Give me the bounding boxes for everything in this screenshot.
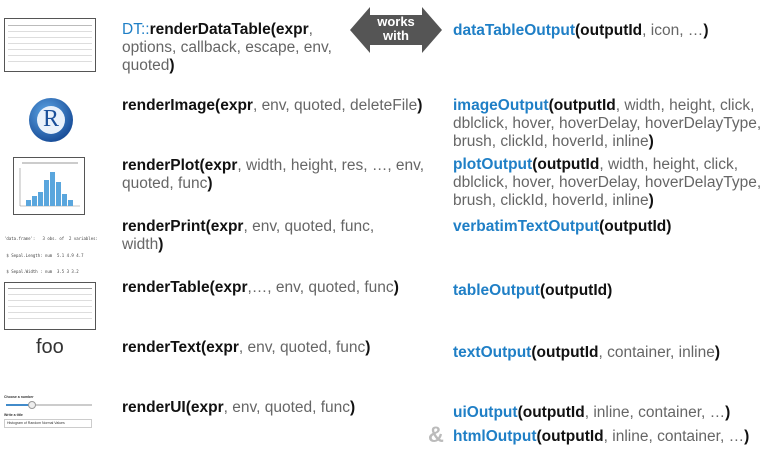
render-print-signature: renderPrint(expr, env, quoted, func, wid…: [122, 218, 412, 254]
output-close: ): [725, 404, 731, 421]
render-args-open: (expr: [270, 21, 309, 38]
output-args: , inline, container, …: [603, 428, 745, 445]
verbatim-line-1: 'data.frame': 3 obs. of 2 variables:: [4, 236, 98, 241]
output-args-open: (outputId: [532, 156, 600, 173]
render-args: ,…, env, quoted, func: [247, 279, 394, 296]
render-image-signature: renderImage(expr, env, quoted, deleteFil…: [122, 97, 442, 115]
r-logo-thumbnail: R: [28, 97, 74, 143]
output-function-name: htmlOutput: [453, 428, 537, 445]
output-function-name: tableOutput: [453, 282, 540, 299]
table-thumbnail: [4, 282, 96, 330]
datatable-thumbnail: [4, 18, 96, 72]
foo-text-thumbnail: foo: [36, 336, 64, 358]
html-output-signature: htmlOutput(outputId, inline, container, …: [453, 428, 773, 446]
text-output-signature: textOutput(outputId, container, inline): [453, 344, 773, 362]
render-args-open: (expr: [185, 399, 224, 416]
output-close: ): [703, 22, 709, 39]
render-close: ): [207, 175, 213, 192]
output-function-name: imageOutput: [453, 97, 549, 114]
output-function-name: plotOutput: [453, 156, 533, 173]
render-text-signature: renderText(expr, env, quoted, func): [122, 339, 442, 357]
ui-thumbnail: Choose a number Write a title Histogram …: [4, 395, 96, 441]
output-close: ): [607, 282, 613, 299]
render-function-name: renderUI: [122, 399, 186, 416]
output-args-open: (outputId: [575, 22, 643, 39]
r-logo-letter: R: [42, 106, 59, 132]
plot-thumbnail: [13, 157, 85, 215]
render-function-name: renderPrint: [122, 218, 206, 235]
render-args-open: (expr: [209, 279, 248, 296]
output-function-name: dataTableOutput: [453, 22, 575, 39]
image-output-signature: imageOutput(outputId, width, height, cli…: [453, 97, 773, 151]
output-args: , icon, …: [642, 22, 704, 39]
output-args-open: (outputId: [517, 404, 585, 421]
ui-input: Histogram of Random Normal Values: [4, 419, 92, 428]
ui-output-signature: uiOutput(outputId, inline, container, …): [453, 404, 773, 422]
render-function-name: renderPlot: [122, 157, 200, 174]
render-close: ): [365, 339, 371, 356]
verbatim-line-2: $ Sepal.Length: num 5.1 4.9 4.7: [4, 252, 84, 258]
output-close: ): [714, 344, 720, 361]
render-table-signature: renderTable(expr,…, env, quoted, func): [122, 279, 442, 297]
render-close: ): [169, 57, 175, 74]
render-args: , env, quoted, func: [238, 339, 366, 356]
render-function-name: renderDataTable: [149, 21, 271, 38]
render-args-open: (expr: [200, 339, 239, 356]
render-args-open: (expr: [215, 97, 253, 114]
render-args: , env, quoted, func: [223, 399, 351, 416]
output-function-name: textOutput: [453, 344, 532, 361]
output-close: ): [744, 428, 750, 445]
histogram-icon: [19, 168, 80, 207]
output-args: , container, inline: [598, 344, 715, 361]
render-args-open: (expr: [205, 218, 244, 235]
arrow-line-2: with: [383, 28, 409, 43]
ui-label-2: Write a title: [4, 413, 23, 417]
output-args-open: (outputId: [531, 344, 599, 361]
datatable-output-signature: dataTableOutput(outputId, icon, …): [453, 22, 773, 40]
output-close: ): [666, 218, 672, 235]
output-args-open: (outputId: [599, 218, 667, 235]
output-args-open: (outputId: [548, 97, 616, 114]
render-plot-signature: renderPlot(expr, width, height, res, …, …: [122, 157, 442, 193]
output-args-open: (outputId: [536, 428, 604, 445]
render-args: , env, quoted, deleteFile: [252, 97, 418, 114]
render-close: ): [417, 97, 423, 114]
output-args: , inline, container, …: [584, 404, 726, 421]
ampersand-symbol: &: [428, 422, 444, 447]
arrow-line-1: works: [377, 14, 415, 29]
ui-slider: [4, 400, 96, 410]
output-close: ): [648, 192, 654, 209]
output-close: ): [648, 133, 654, 150]
render-prefix: DT::: [122, 21, 150, 38]
render-close: ): [350, 399, 356, 416]
output-function-name: uiOutput: [453, 404, 518, 421]
render-ui-signature: renderUI(expr, env, quoted, func): [122, 399, 442, 417]
verbatim-thumbnail: 'data.frame': 3 obs. of 2 variables: $ S…: [4, 225, 104, 280]
render-close: ): [158, 236, 164, 253]
verbatim-line-3: $ Sepal.Width : num 3.5 3 3.2: [4, 269, 79, 274]
verbatim-output-signature: verbatimTextOutput(outputId): [453, 218, 773, 236]
render-function-name: renderImage: [122, 97, 216, 114]
works-with-arrow: works with: [350, 7, 442, 53]
plot-output-signature: plotOutput(outputId, width, height, clic…: [453, 156, 773, 210]
render-function-name: renderTable: [122, 279, 210, 296]
render-args-open: (expr: [199, 157, 238, 174]
table-output-signature: tableOutput(outputId): [453, 282, 773, 300]
render-datatable-signature: DT::renderDataTable(expr, options, callb…: [122, 21, 347, 75]
output-function-name: verbatimTextOutput: [453, 218, 600, 235]
render-function-name: renderText: [122, 339, 201, 356]
render-close: ): [393, 279, 399, 296]
output-args-open: (outputId: [539, 282, 608, 299]
